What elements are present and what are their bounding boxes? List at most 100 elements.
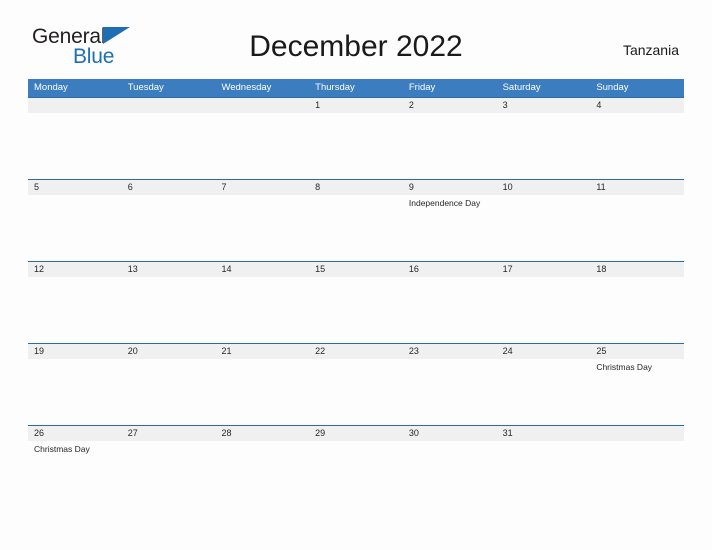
event-label: Independence Day — [408, 198, 481, 208]
date-cell[interactable]: 11 — [590, 180, 684, 195]
event-cell[interactable] — [215, 441, 309, 507]
week-date-strip: 26 27 28 29 30 31 — [28, 425, 684, 441]
date-cell[interactable]: 30 — [403, 426, 497, 441]
week-row: 26 27 28 29 30 31 Christmas Day — [28, 425, 684, 507]
event-cell[interactable] — [309, 195, 403, 261]
event-cell[interactable] — [309, 359, 403, 425]
week-row: 5 6 7 8 9 10 11 Independence Day — [28, 179, 684, 261]
date-cell[interactable]: 28 — [215, 426, 309, 441]
event-cell[interactable] — [122, 277, 216, 343]
event-cell[interactable] — [403, 277, 497, 343]
date-cell[interactable] — [122, 98, 216, 113]
week-event-area: Christmas Day — [28, 359, 684, 425]
weekday-saturday: Saturday — [502, 82, 541, 93]
date-cell[interactable]: 31 — [497, 426, 591, 441]
date-cell[interactable]: 16 — [403, 262, 497, 277]
date-cell[interactable]: 19 — [28, 344, 122, 359]
event-cell[interactable]: Christmas Day — [28, 441, 122, 507]
week-event-area — [28, 277, 684, 343]
event-cell[interactable] — [122, 195, 216, 261]
date-cell[interactable]: 18 — [590, 262, 684, 277]
date-cell[interactable]: 21 — [215, 344, 309, 359]
event-cell[interactable] — [590, 277, 684, 343]
week-date-strip: 5 6 7 8 9 10 11 — [28, 179, 684, 195]
week-row: 19 20 21 22 23 24 25 Christmas Day — [28, 343, 684, 425]
calendar-page: General Blue December 2022 Tanzania Mond… — [0, 0, 712, 550]
event-cell[interactable] — [215, 113, 309, 179]
calendar-grid: Monday Tuesday Wednesday Thursday Friday… — [28, 79, 684, 507]
date-cell[interactable]: 9 — [403, 180, 497, 195]
event-cell[interactable] — [122, 441, 216, 507]
weekday-tuesday: Tuesday — [127, 82, 164, 93]
date-cell[interactable]: 5 — [28, 180, 122, 195]
page-title: December 2022 — [249, 30, 463, 63]
event-cell[interactable] — [28, 113, 122, 179]
date-cell[interactable]: 7 — [215, 180, 309, 195]
date-cell[interactable]: 10 — [497, 180, 591, 195]
date-cell[interactable]: 24 — [497, 344, 591, 359]
event-cell[interactable] — [497, 441, 591, 507]
date-cell[interactable]: 29 — [309, 426, 403, 441]
date-cell[interactable]: 8 — [309, 180, 403, 195]
week-event-area — [28, 113, 684, 179]
event-cell[interactable] — [403, 359, 497, 425]
date-cell[interactable]: 26 — [28, 426, 122, 441]
date-cell[interactable]: 15 — [309, 262, 403, 277]
week-row: 12 13 14 15 16 17 18 — [28, 261, 684, 343]
date-cell[interactable]: 22 — [309, 344, 403, 359]
event-cell[interactable] — [28, 359, 122, 425]
date-cell[interactable]: 6 — [122, 180, 216, 195]
event-cell[interactable] — [497, 195, 591, 261]
week-date-strip: 19 20 21 22 23 24 25 — [28, 343, 684, 359]
date-cell[interactable]: 20 — [122, 344, 216, 359]
event-cell[interactable] — [215, 277, 309, 343]
date-cell[interactable]: 25 — [590, 344, 684, 359]
event-cell[interactable] — [309, 441, 403, 507]
date-cell[interactable]: 27 — [122, 426, 216, 441]
date-cell[interactable]: 13 — [122, 262, 216, 277]
date-cell[interactable]: 14 — [215, 262, 309, 277]
event-label: Christmas Day — [596, 362, 653, 372]
event-cell[interactable] — [403, 441, 497, 507]
event-cell[interactable] — [497, 113, 591, 179]
event-cell[interactable] — [309, 277, 403, 343]
event-cell[interactable]: Independence Day — [403, 195, 497, 261]
event-cell[interactable] — [28, 277, 122, 343]
date-cell[interactable] — [215, 98, 309, 113]
date-cell[interactable] — [28, 98, 122, 113]
event-cell[interactable] — [122, 113, 216, 179]
date-cell[interactable]: 4 — [590, 98, 684, 113]
date-cell[interactable]: 1 — [309, 98, 403, 113]
week-row: 1 2 3 4 — [28, 97, 684, 179]
event-cell[interactable] — [590, 113, 684, 179]
event-cell[interactable] — [309, 113, 403, 179]
week-date-strip: 1 2 3 4 — [28, 97, 684, 113]
date-cell[interactable]: 3 — [497, 98, 591, 113]
date-cell[interactable]: 2 — [403, 98, 497, 113]
event-cell[interactable] — [28, 195, 122, 261]
weekday-monday: Monday — [34, 82, 68, 93]
week-event-area: Christmas Day — [28, 441, 684, 507]
weekday-header-row: Monday Tuesday Wednesday Thursday Friday… — [28, 79, 684, 97]
week-event-area: Independence Day — [28, 195, 684, 261]
event-cell[interactable] — [497, 277, 591, 343]
weekday-thursday: Thursday — [315, 82, 355, 93]
event-cell[interactable] — [122, 359, 216, 425]
date-cell[interactable] — [590, 426, 684, 441]
event-cell[interactable]: Christmas Day — [590, 359, 684, 425]
date-cell[interactable]: 23 — [403, 344, 497, 359]
weekday-friday: Friday — [408, 82, 436, 93]
event-cell[interactable] — [497, 359, 591, 425]
weekday-wednesday: Wednesday — [221, 82, 272, 93]
event-cell[interactable] — [215, 359, 309, 425]
date-cell[interactable]: 17 — [497, 262, 591, 277]
event-cell[interactable] — [590, 195, 684, 261]
date-cell[interactable]: 12 — [28, 262, 122, 277]
event-cell[interactable] — [215, 195, 309, 261]
week-date-strip: 12 13 14 15 16 17 18 — [28, 261, 684, 277]
event-cell[interactable] — [590, 441, 684, 507]
event-cell[interactable] — [403, 113, 497, 179]
country-label: Tanzania — [622, 42, 679, 58]
event-label: Christmas Day — [34, 444, 90, 454]
page-header: General Blue December 2022 Tanzania — [0, 0, 712, 67]
